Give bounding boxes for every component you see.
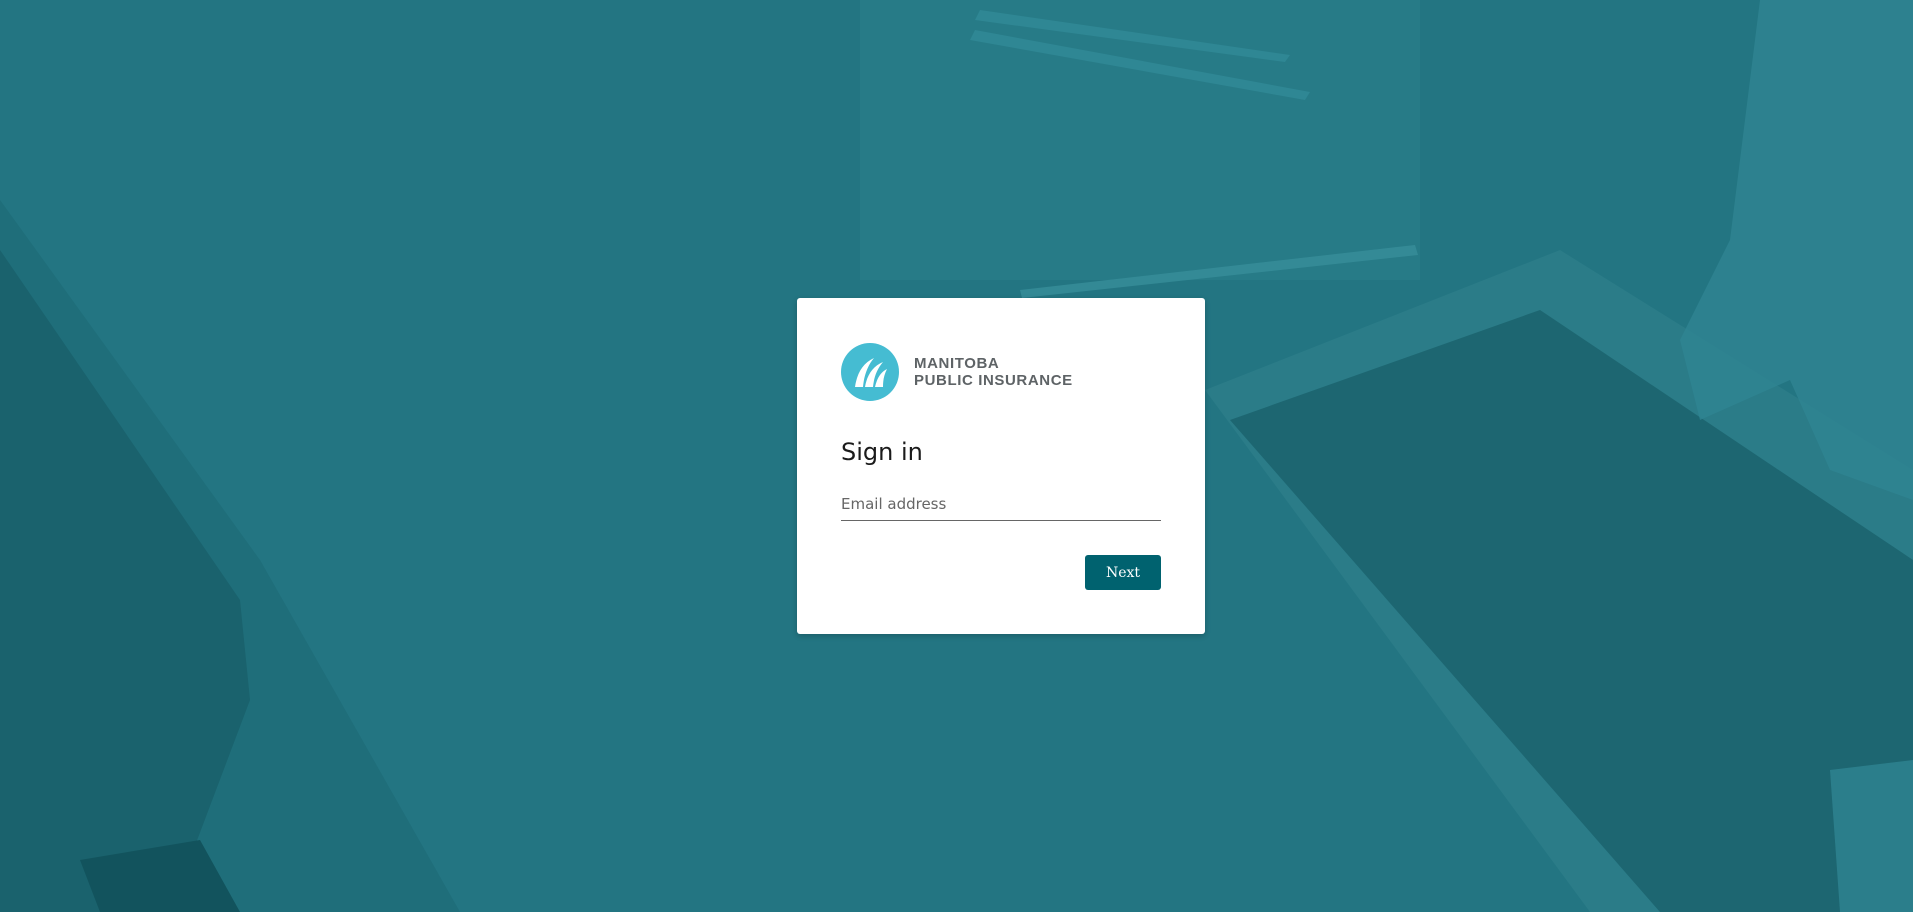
brand: MANITOBA PUBLIC INSURANCE (841, 343, 1073, 401)
next-button[interactable]: Next (1085, 555, 1161, 590)
brand-line-2: PUBLIC INSURANCE (914, 372, 1073, 389)
signin-card: MANITOBA PUBLIC INSURANCE Sign in Next (797, 298, 1205, 634)
page-title: Sign in (841, 438, 923, 466)
email-field[interactable] (841, 488, 1161, 521)
brand-name: MANITOBA PUBLIC INSURANCE (914, 355, 1073, 389)
mpi-logo-icon (841, 343, 899, 401)
brand-line-1: MANITOBA (914, 355, 1000, 372)
